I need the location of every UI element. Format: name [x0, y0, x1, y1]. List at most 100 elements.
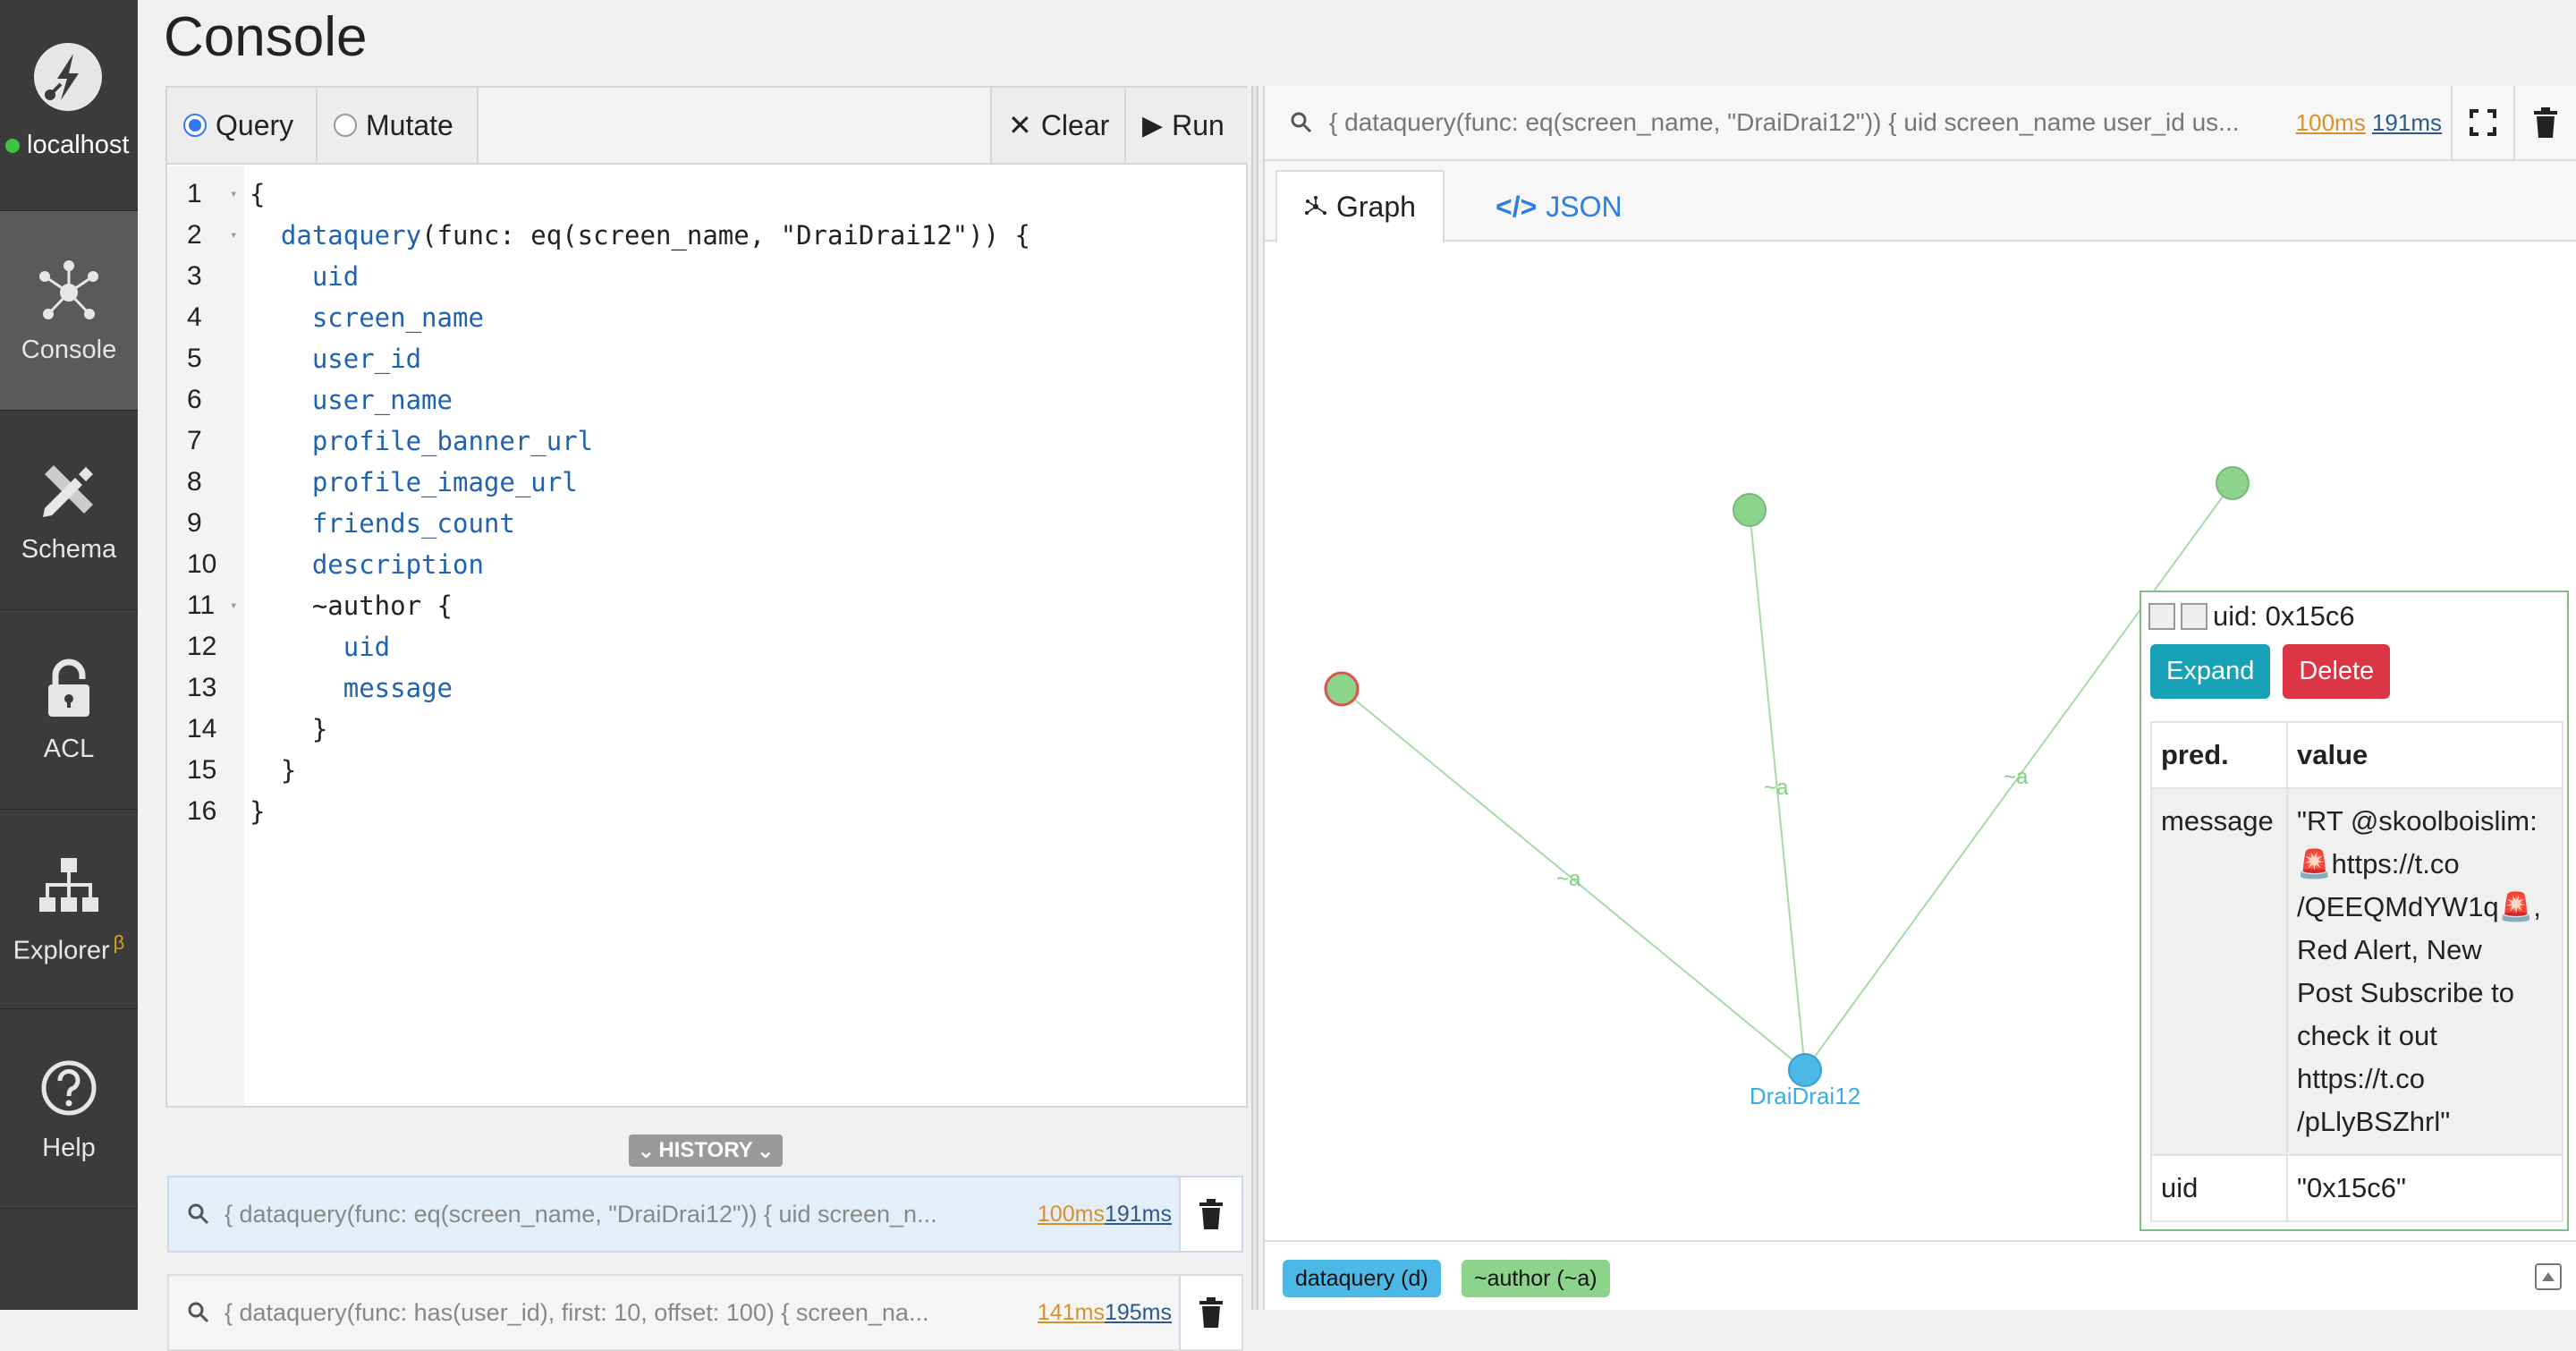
- dgraph-logo: [34, 43, 102, 111]
- tab-json[interactable]: </> JSON: [1469, 170, 1649, 243]
- line-number: 12: [187, 632, 217, 661]
- fold-arrow-icon[interactable]: ▾: [230, 599, 241, 613]
- code-editor[interactable]: 1 ▾ {2 ▾ dataquery(func: eq(screen_name, "D…: [167, 166, 1246, 1106]
- result-tabs: Graph </> JSON: [1265, 161, 2576, 243]
- play-icon: ▶: [1142, 110, 1164, 140]
- pred-cell: message: [2150, 787, 2288, 1156]
- line-number: 3: [187, 261, 202, 291]
- sidebar: localhost Console Schema ACL Explorer β …: [0, 0, 138, 1310]
- code-keyword: user_name: [311, 385, 453, 415]
- tab-graph-label: Graph: [1336, 190, 1416, 223]
- code-text: uid: [241, 261, 359, 292]
- node-uid-title: uid: 0x15c6: [2213, 600, 2355, 632]
- fold-arrow-icon[interactable]: ▾: [230, 187, 241, 201]
- code-line: 3 uid: [167, 256, 1246, 297]
- sidebar-item-help[interactable]: Help: [0, 1009, 138, 1209]
- mutate-mode-radio[interactable]: Mutate: [318, 88, 479, 163]
- total-latency: 191ms: [2371, 108, 2442, 136]
- history-entry[interactable]: { dataquery(func: eq(screen_name, "DraiD…: [167, 1176, 1243, 1253]
- server-latency: 100ms: [1037, 1201, 1105, 1227]
- code-text: }: [250, 755, 297, 786]
- graph-node-root[interactable]: [1788, 1053, 1822, 1087]
- history-query-text: { dataquery(func: eq(screen_name, "DraiD…: [225, 1200, 937, 1228]
- line-number: 5: [187, 344, 202, 373]
- pane-splitter[interactable]: [1251, 86, 1258, 1310]
- code-keyword: uid: [343, 632, 391, 662]
- line-number: 11: [187, 591, 216, 620]
- history-entry[interactable]: { dataquery(func: has(user_id), first: 1…: [167, 1274, 1243, 1351]
- sidebar-item-label: Console: [21, 335, 117, 364]
- result-query-text[interactable]: { dataquery(func: eq(screen_name, "DraiD…: [1329, 108, 2240, 137]
- graph-node-author[interactable]: [1324, 671, 1360, 707]
- code-text: uid: [241, 632, 390, 662]
- minimize-icon[interactable]: [2181, 603, 2207, 630]
- query-editor-pane: Query Mutate ✕ Clear ▶ Run 1 ▾ {2 ▾ dataque…: [165, 86, 1248, 1108]
- run-button[interactable]: ▶ Run: [1126, 88, 1248, 163]
- query-mode-radio[interactable]: Query: [167, 88, 318, 163]
- graph-node-author[interactable]: [2216, 466, 2250, 500]
- node-properties-panel: uid: 0x15c6 Expand Delete pred. value me…: [2140, 591, 2569, 1231]
- line-number: 8: [187, 467, 202, 497]
- delete-history-button[interactable]: [1179, 1177, 1241, 1251]
- graph-node-author[interactable]: [1733, 493, 1767, 527]
- scroll-up-button[interactable]: [2535, 1263, 2562, 1290]
- code-line: 12 uid: [167, 626, 1246, 667]
- code-text: }: [250, 714, 328, 744]
- server-name: localhost: [27, 131, 130, 159]
- trash-icon: [1199, 1297, 1223, 1328]
- code-text: dataquery(func: eq(screen_name, "DraiDra…: [280, 220, 1030, 251]
- code-text: ~author {: [250, 591, 453, 621]
- result-header: { dataquery(func: eq(screen_name, "DraiD…: [1265, 85, 2576, 161]
- value-line: Post Subscribe to: [2297, 977, 2514, 1008]
- sidebar-item-console[interactable]: Console: [0, 211, 138, 411]
- code-line: 15 }: [167, 750, 1246, 791]
- legend-bar: dataquery (d) ~author (~a): [1265, 1240, 2576, 1310]
- history-toggle[interactable]: ⌄ HISTORY ⌄: [629, 1134, 783, 1167]
- code-text: }: [250, 796, 266, 827]
- close-icon: ✕: [1008, 109, 1032, 141]
- legend-item: ~author (~a): [1462, 1260, 1610, 1297]
- sidebar-item-acl[interactable]: ACL: [0, 610, 138, 810]
- value-line: "RT @skoolboislim:: [2297, 805, 2538, 837]
- mutate-mode-label: Mutate: [366, 108, 453, 141]
- triangle-up-icon: [2542, 1272, 2555, 1281]
- server-status-icon: [5, 138, 20, 153]
- code-text: profile_banner_url: [241, 426, 593, 456]
- question-icon: [41, 1060, 97, 1115]
- trash-icon: [1199, 1199, 1223, 1229]
- code-line: 11 ▾ ~author {: [167, 585, 1246, 626]
- line-number: 13: [187, 673, 217, 702]
- expand-button[interactable]: Expand: [2150, 644, 2271, 699]
- fold-arrow-icon[interactable]: ▾: [230, 228, 241, 242]
- radio-unselected-icon: [334, 114, 357, 137]
- code-line: 8 profile_image_url: [167, 462, 1246, 503]
- clear-label: Clear: [1040, 108, 1110, 141]
- edge-label: ~a: [1556, 867, 1581, 891]
- line-number: 9: [187, 508, 202, 538]
- sidebar-item-schema[interactable]: Schema: [0, 411, 138, 610]
- trash-icon: [2534, 107, 2557, 138]
- search-icon: [188, 1302, 209, 1323]
- code-text: user_id: [241, 344, 421, 374]
- tab-graph[interactable]: Graph: [1275, 170, 1445, 243]
- column-header: value: [2286, 721, 2563, 789]
- line-number: 10: [187, 549, 217, 579]
- delete-result-button[interactable]: [2513, 85, 2576, 160]
- value-line: check it out: [2297, 1020, 2437, 1051]
- sidebar-item-explorer[interactable]: Explorer β: [0, 810, 138, 1009]
- editor-toolbar: Query Mutate ✕ Clear ▶ Run: [167, 88, 1248, 165]
- clear-button[interactable]: ✕ Clear: [990, 88, 1126, 163]
- chevron-down-icon: ⌄: [637, 1138, 656, 1163]
- total-latency: 195ms: [1104, 1299, 1172, 1325]
- line-number: 4: [187, 302, 202, 332]
- code-keyword: dataquery: [280, 220, 422, 251]
- delete-history-button[interactable]: [1179, 1276, 1241, 1349]
- pin-icon[interactable]: [2148, 603, 2175, 630]
- beta-badge: β: [113, 930, 125, 954]
- server-selector[interactable]: localhost: [0, 0, 138, 211]
- fullscreen-button[interactable]: [2451, 85, 2513, 160]
- delete-node-button[interactable]: Delete: [2283, 644, 2391, 699]
- table-header: pred. value: [2150, 721, 2563, 789]
- value-line: 🚨https://t.co: [2297, 848, 2460, 879]
- code-line: 13 message: [167, 667, 1246, 709]
